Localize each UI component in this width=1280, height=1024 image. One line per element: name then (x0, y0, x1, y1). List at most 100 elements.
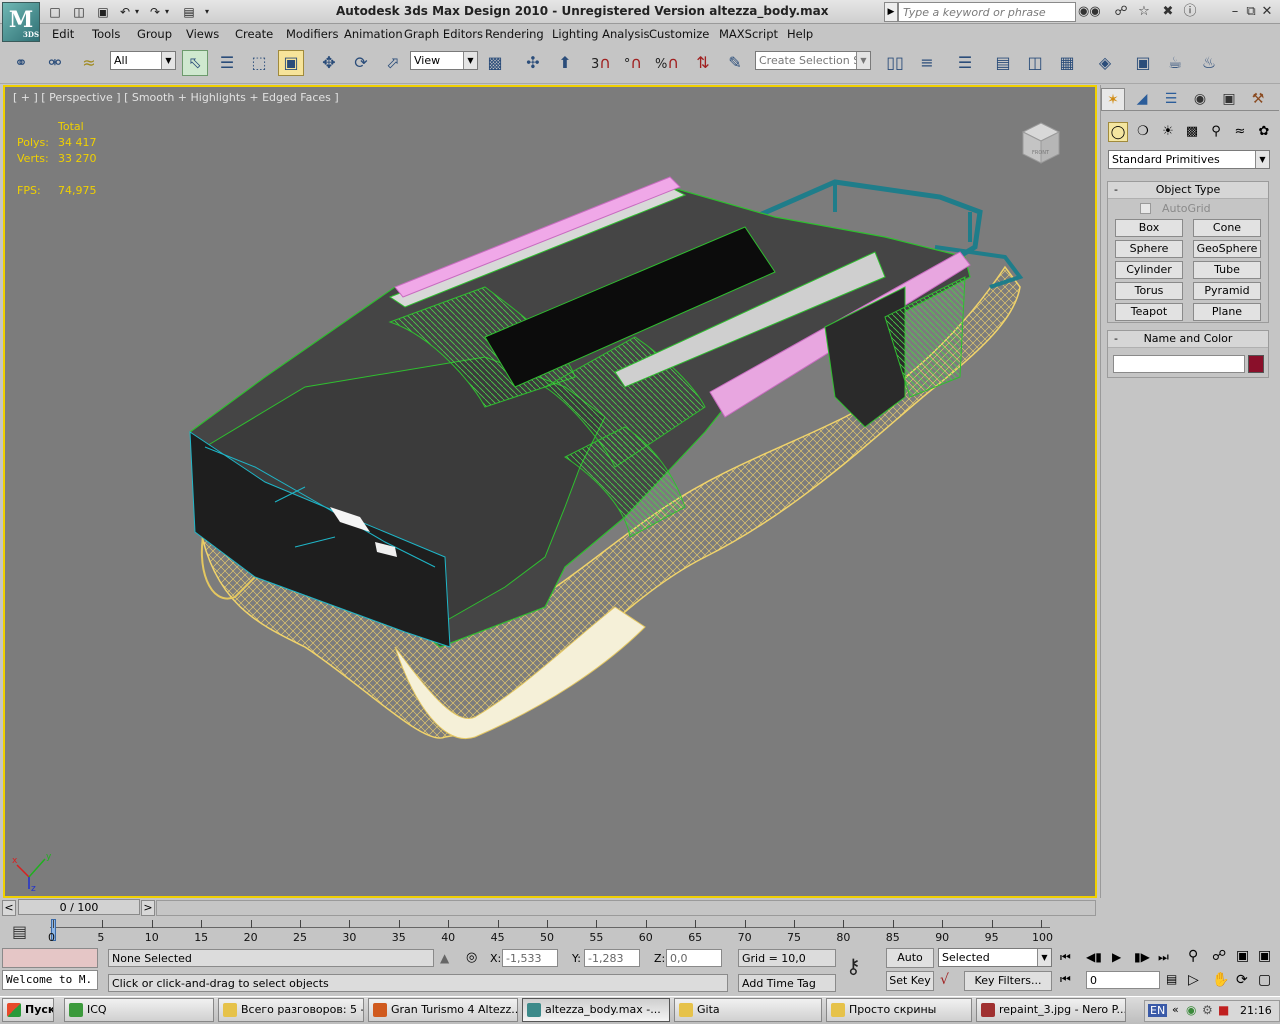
start-button[interactable]: Пуск (2, 998, 54, 1022)
select-object-icon[interactable]: ⬁ (182, 50, 208, 76)
language-indicator[interactable]: EN (1148, 1004, 1168, 1017)
taskbar-task-button[interactable]: Gita (674, 998, 822, 1022)
tab-utilities-icon[interactable]: ⚒ (1246, 88, 1270, 110)
reference-coordinate-dropdown[interactable]: View ▼ (410, 51, 478, 70)
taskbar-task-button[interactable]: ICQ (64, 998, 214, 1022)
goto-end-icon[interactable]: ⏭ (1158, 950, 1169, 965)
autogrid-checkbox[interactable] (1140, 203, 1151, 214)
menu-maxscript[interactable]: MAXScript (719, 27, 778, 41)
bind-space-warp-icon[interactable]: ≈ (76, 50, 102, 76)
curve-editor-icon[interactable]: ▤ (990, 50, 1016, 76)
x-coord-input[interactable]: -1,533 (502, 949, 558, 967)
select-and-scale-icon[interactable]: ⬀ (380, 50, 406, 76)
tray-expand-icon[interactable]: « (1172, 1003, 1179, 1016)
current-frame-input[interactable]: 0 (1086, 971, 1160, 989)
time-next-button[interactable]: > (141, 900, 155, 916)
zoom-all-icon[interactable]: ☍ (1212, 948, 1226, 964)
key-mode-toggle-icon[interactable]: ⏮ (1060, 972, 1071, 987)
favorites-icon[interactable]: ☆ (1134, 3, 1154, 21)
percent-snap-icon[interactable]: %∩ (654, 50, 680, 76)
lock-selection-icon[interactable]: ▲ (440, 951, 449, 965)
systems-category-icon[interactable]: ✿ (1254, 122, 1274, 142)
shapes-category-icon[interactable]: ❍ (1133, 122, 1153, 142)
open-file-icon[interactable]: ◫ (70, 3, 88, 20)
pan-view-icon[interactable]: ✋ (1212, 972, 1229, 988)
close-icon[interactable]: ✕ (1260, 3, 1274, 21)
named-selection-input[interactable]: Create Selection Se ▼ (755, 51, 871, 70)
layer-manager-icon[interactable]: ☰ (952, 50, 978, 76)
helpers-category-icon[interactable]: ⚲ (1206, 122, 1226, 142)
app-logo-button[interactable]: M 3DS (2, 2, 40, 42)
field-of-view-icon[interactable]: ▷ (1188, 972, 1199, 988)
taskbar-task-button[interactable]: repaint_3.jpg - Nero P... (976, 998, 1126, 1022)
search-arrow-icon[interactable]: ▶ (884, 2, 898, 22)
geosphere-button[interactable]: GeoSphere (1193, 240, 1261, 258)
keyboard-shortcut-override-icon[interactable]: ⬆ (552, 50, 578, 76)
menu-views[interactable]: Views (186, 27, 219, 41)
schematic-view-icon[interactable]: ◫ (1022, 50, 1048, 76)
minimize-icon[interactable]: – (1228, 3, 1242, 21)
add-time-tag-button[interactable]: Add Time Tag (738, 974, 836, 992)
project-folder-icon[interactable]: ▤ (180, 3, 198, 20)
perspective-viewport[interactable]: [ + ] [ Perspective ] [ Smooth + Highlig… (3, 85, 1097, 898)
lights-category-icon[interactable]: ☀ (1158, 122, 1178, 142)
sphere-button[interactable]: Sphere (1115, 240, 1183, 258)
menu-rendering[interactable]: Rendering (485, 27, 544, 41)
spinner-snap-icon[interactable]: ⇅ (690, 50, 716, 76)
select-and-link-icon[interactable]: ⚭ (8, 50, 34, 76)
cameras-category-icon[interactable]: ▩ (1182, 122, 1202, 142)
mirror-icon[interactable]: ▯▯ (882, 50, 908, 76)
geometry-category-icon[interactable]: ◯ (1108, 122, 1128, 142)
time-slider-track[interactable] (156, 900, 1096, 916)
select-by-name-icon[interactable]: ☰ (214, 50, 240, 76)
menu-animation[interactable]: Animation (344, 27, 403, 41)
help-icon[interactable]: ⓘ (1180, 3, 1200, 21)
time-prev-button[interactable]: < (2, 900, 16, 916)
key-filters-button[interactable]: Key Filters... (964, 971, 1052, 991)
box-button[interactable]: Box (1115, 219, 1183, 237)
taskbar-task-button[interactable]: altezza_body.max -... (522, 998, 670, 1022)
tab-modify-icon[interactable]: ◢ (1130, 88, 1154, 110)
tray-app-icon[interactable]: ⚙ (1202, 1003, 1213, 1017)
menu-graph-editors[interactable]: Graph Editors (404, 27, 483, 41)
plane-button[interactable]: Plane (1193, 303, 1261, 321)
y-coord-input[interactable]: -1,283 (584, 949, 640, 967)
next-frame-icon[interactable]: ▮▶ (1134, 950, 1150, 964)
render-production-icon[interactable]: ☕ (1162, 50, 1188, 76)
search-input[interactable]: Type a keyword or phrase (898, 2, 1076, 22)
spacewarps-category-icon[interactable]: ≈ (1230, 122, 1250, 142)
open-minicurve-editor-icon[interactable]: ▤ (12, 922, 27, 941)
auto-key-button[interactable]: Auto Key (886, 948, 934, 982)
taskbar-task-button[interactable]: Просто скрины (826, 998, 972, 1022)
menu-help[interactable]: Help (787, 27, 813, 41)
tray-network-icon[interactable]: ◉ (1186, 1003, 1196, 1017)
unlink-icon[interactable]: ⚮ (42, 50, 68, 76)
render-setup-icon[interactable]: ◈ (1092, 50, 1118, 76)
menu-lighting-analysis[interactable]: Lighting Analysis (552, 27, 650, 41)
tube-button[interactable]: Tube (1193, 261, 1261, 279)
taskbar-task-button[interactable]: Gran Turismo 4 Altezz... (368, 998, 518, 1022)
teapot-button[interactable]: Teapot (1115, 303, 1183, 321)
save-file-icon[interactable]: ▣ (94, 3, 112, 20)
tray-antivirus-icon[interactable]: ■ (1218, 1003, 1229, 1017)
restore-icon[interactable]: ⧉ (1244, 3, 1258, 21)
undo-dropdown-icon[interactable]: ▾ (132, 3, 142, 20)
align-icon[interactable]: ≡ (914, 50, 940, 76)
menu-group[interactable]: Group (137, 27, 172, 41)
primitive-type-dropdown[interactable]: Standard Primitives ▼ (1108, 150, 1270, 169)
object-color-swatch[interactable] (1248, 355, 1264, 373)
taskbar-task-button[interactable]: Всего разговоров: 5 -... (218, 998, 364, 1022)
tab-display-icon[interactable]: ▣ (1217, 88, 1241, 110)
previous-frame-icon[interactable]: ◀▮ (1086, 950, 1102, 964)
selection-filter-dropdown[interactable]: All ▼ (110, 51, 176, 70)
redo-dropdown-icon[interactable]: ▾ (162, 3, 172, 20)
play-icon[interactable]: ▶ (1112, 950, 1121, 964)
time-configuration-icon[interactable]: ▤ (1166, 972, 1177, 986)
orbit-icon[interactable]: ⟳ (1236, 972, 1248, 988)
maxscript-mini-listener[interactable]: Welcome to M. (2, 970, 98, 990)
material-editor-icon[interactable]: ▦ (1054, 50, 1080, 76)
set-key-button[interactable]: Set Key (886, 971, 934, 991)
menu-tools[interactable]: Tools (92, 27, 120, 41)
tab-hierarchy-icon[interactable]: ☰ (1159, 88, 1183, 110)
zoom-icon[interactable]: ⚲ (1188, 948, 1198, 964)
